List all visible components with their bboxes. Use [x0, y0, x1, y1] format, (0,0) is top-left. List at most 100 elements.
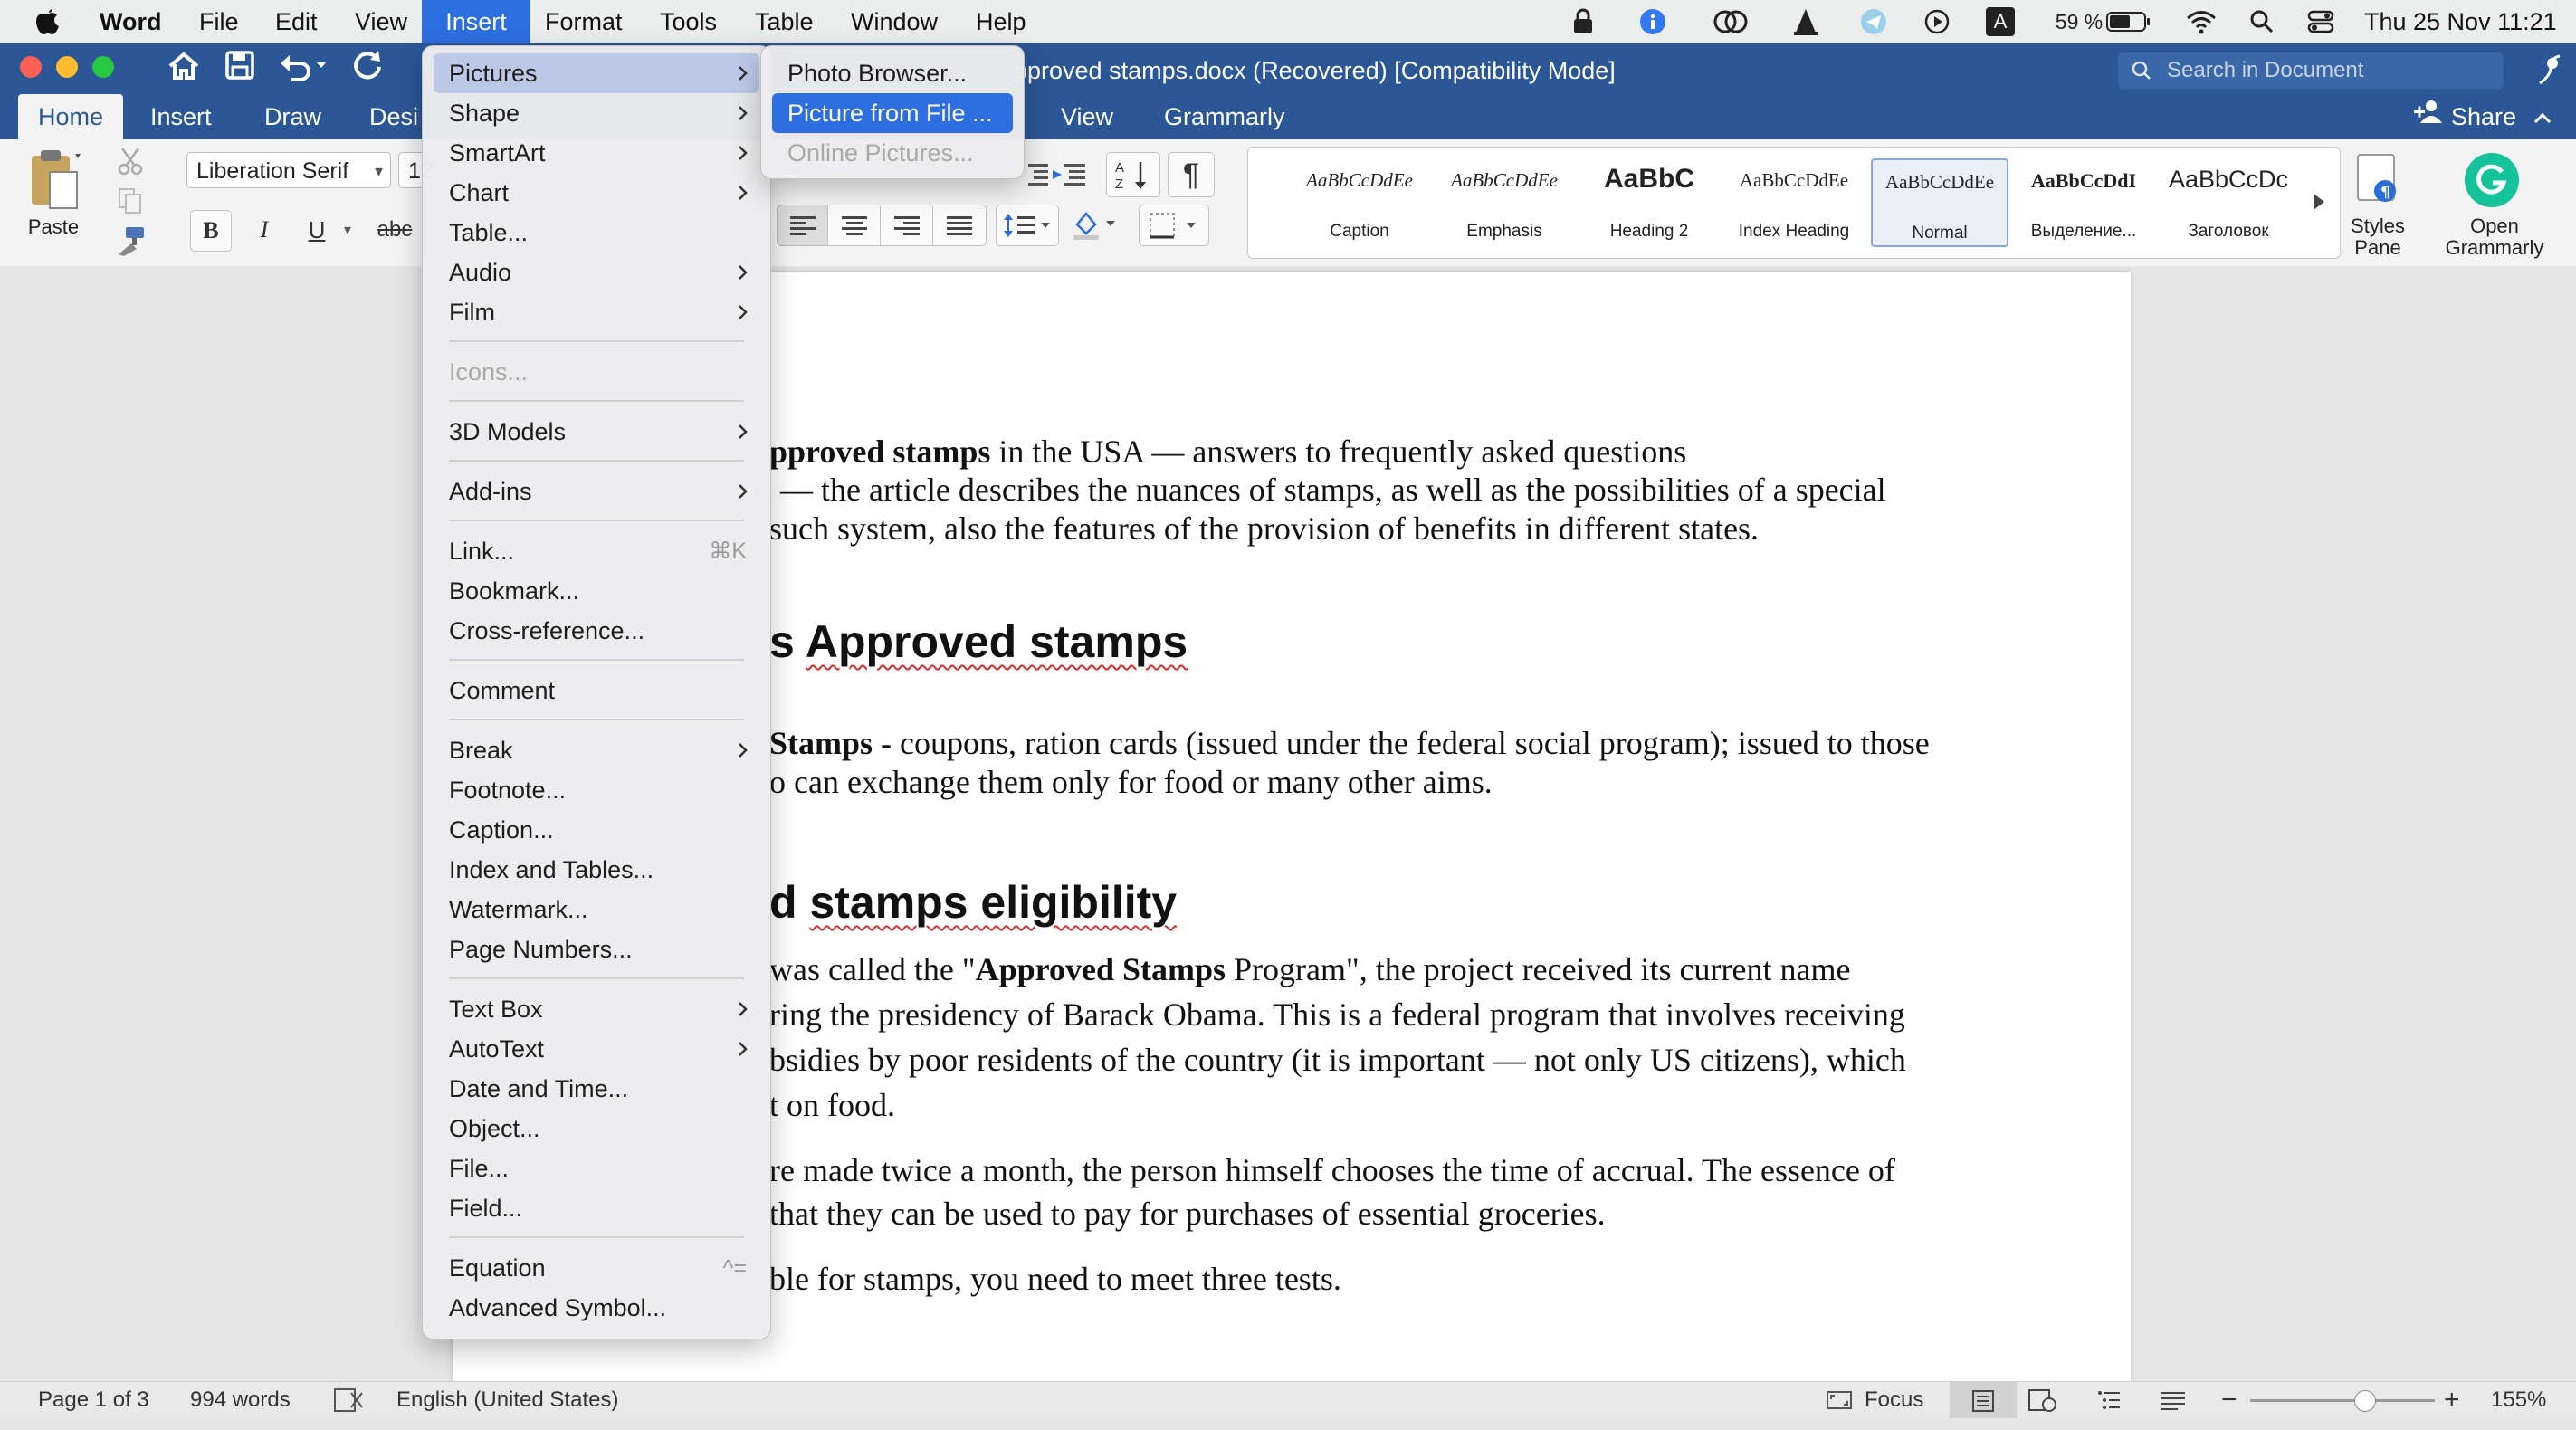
underline-button[interactable]: U — [297, 210, 337, 250]
insert-menu-item-shape[interactable]: Shape — [434, 93, 759, 133]
insert-menu-item-text-box[interactable]: Text Box — [434, 989, 759, 1029]
insert-menu-item-index-and-tables[interactable]: Index and Tables... — [434, 850, 759, 890]
zoom-window-button[interactable] — [92, 56, 114, 78]
insert-menu-item-pictures[interactable]: Pictures — [434, 53, 759, 93]
outline-view-icon[interactable] — [2096, 1387, 2122, 1413]
sort-icon[interactable]: AZ — [1106, 152, 1160, 197]
info-icon[interactable] — [1638, 7, 1667, 36]
page-count[interactable]: Page 1 of 3 — [38, 1382, 149, 1418]
borders-icon[interactable] — [1139, 205, 1209, 246]
menu-insert[interactable]: Insert — [422, 0, 530, 43]
zoom-slider[interactable] — [2250, 1382, 2435, 1418]
insert-menu-item-autotext[interactable]: AutoText — [434, 1029, 759, 1069]
font-name-select[interactable]: Liberation Serif ▾ — [186, 152, 391, 188]
insert-menu-item-file[interactable]: File... — [434, 1149, 759, 1188]
menu-window[interactable]: Window — [851, 0, 938, 43]
style-zagolovok[interactable]: AaBbCcDc Заголовок — [2162, 158, 2295, 247]
focus-icon[interactable] — [1825, 1387, 1854, 1413]
spotlight-search-icon[interactable] — [2248, 7, 2275, 36]
align-right-icon[interactable] — [880, 205, 934, 246]
share-button[interactable]: Share — [2413, 94, 2552, 139]
proofing-icon[interactable] — [333, 1387, 364, 1413]
insert-menu-item-3d-models[interactable]: 3D Models — [434, 412, 759, 452]
print-layout-view-icon[interactable] — [1950, 1382, 2017, 1418]
input-source-icon[interactable]: A — [1986, 7, 2015, 36]
lock-icon[interactable] — [1569, 7, 1597, 36]
redo-icon[interactable] — [351, 49, 384, 90]
vlc-icon[interactable] — [1790, 7, 1821, 36]
apple-icon[interactable] — [34, 0, 62, 43]
tab-insert[interactable]: Insert — [150, 94, 212, 139]
focus-label[interactable]: Focus — [1865, 1382, 1923, 1418]
style-index-heading[interactable]: AaBbCcDdEe Index Heading — [1728, 158, 1860, 247]
style-emphasis[interactable]: AaBbCcDdEe Emphasis — [1438, 158, 1570, 247]
grammarly-icon[interactable] — [2462, 152, 2522, 208]
insert-menu-item-break[interactable]: Break — [434, 730, 759, 770]
style-vydelenie[interactable]: AaBbCcDdI Выделение... — [2018, 158, 2150, 247]
menu-app-word[interactable]: Word — [100, 0, 162, 43]
minimize-window-button[interactable] — [56, 56, 78, 78]
draft-view-icon[interactable] — [2160, 1387, 2187, 1413]
insert-menu-item-date-and-time[interactable]: Date and Time... — [434, 1069, 759, 1109]
battery-icon[interactable] — [2105, 7, 2152, 36]
web-layout-view-icon[interactable] — [2027, 1387, 2058, 1413]
play-icon[interactable] — [1922, 7, 1951, 36]
zoom-slider-thumb[interactable] — [2354, 1390, 2376, 1412]
insert-menu-item-field[interactable]: Field... — [434, 1188, 759, 1228]
tab-design[interactable]: Desi — [369, 94, 418, 139]
paste-button[interactable] — [18, 148, 91, 215]
insert-menu-item-object[interactable]: Object... — [434, 1109, 759, 1149]
menu-file[interactable]: File — [199, 0, 239, 43]
word-count[interactable]: 994 words — [190, 1382, 291, 1418]
creative-cloud-icon[interactable] — [1713, 7, 1749, 36]
chevron-up-icon[interactable] — [2533, 94, 2552, 139]
search-in-document-field[interactable]: Search in Document — [2118, 52, 2504, 89]
strikethrough-button[interactable]: abc — [369, 210, 420, 250]
insert-menu-item-cross-reference[interactable]: Cross-reference... — [434, 611, 759, 651]
underline-options-icon[interactable]: ▾ — [339, 210, 357, 250]
home-icon[interactable] — [167, 49, 201, 91]
zoom-out-icon[interactable]: − — [2221, 1382, 2237, 1418]
cut-icon[interactable] — [112, 143, 148, 179]
wifi-icon[interactable] — [2185, 7, 2218, 36]
menu-tools[interactable]: Tools — [660, 0, 717, 43]
format-painter-icon[interactable] — [112, 223, 148, 259]
line-spacing-icon[interactable] — [996, 205, 1059, 246]
insert-menu-item-smartart[interactable]: SmartArt — [434, 133, 759, 173]
zoom-in-icon[interactable]: + — [2444, 1382, 2460, 1418]
control-center-icon[interactable] — [2306, 7, 2335, 36]
menu-help[interactable]: Help — [976, 0, 1026, 43]
tab-draw[interactable]: Draw — [264, 94, 321, 139]
zoom-level[interactable]: 155% — [2491, 1382, 2546, 1418]
close-window-button[interactable] — [20, 56, 42, 78]
collapse-sidebar-icon[interactable] — [2534, 52, 2565, 97]
menu-format[interactable]: Format — [545, 0, 623, 43]
insert-menu-item-advanced-symbol[interactable]: Advanced Symbol... — [434, 1288, 759, 1328]
align-left-icon[interactable] — [777, 205, 829, 246]
insert-menu-item-comment[interactable]: Comment — [434, 671, 759, 710]
align-center-icon[interactable] — [827, 205, 882, 246]
show-formatting-marks-icon[interactable]: ¶ — [1168, 152, 1215, 197]
pictures-submenu-item-picture-from-file[interactable]: Picture from File ... — [772, 93, 1013, 133]
menu-view[interactable]: View — [355, 0, 407, 43]
italic-button[interactable]: I — [244, 210, 284, 250]
style-caption[interactable]: AaBbCcDdEe Caption — [1293, 158, 1426, 247]
insert-menu-item-equation[interactable]: Equation ^= — [434, 1248, 759, 1288]
insert-menu-item-footnote[interactable]: Footnote... — [434, 770, 759, 810]
insert-menu-item-watermark[interactable]: Watermark... — [434, 890, 759, 930]
language-indicator[interactable]: English (United States) — [396, 1382, 618, 1418]
styles-pane-icon[interactable]: ¶ — [2352, 152, 2402, 206]
shading-icon[interactable] — [1064, 205, 1122, 244]
tab-view[interactable]: View — [1061, 94, 1113, 139]
insert-menu-item-table[interactable]: Table... — [434, 213, 759, 253]
pictures-submenu-item-photo-browser[interactable]: Photo Browser... — [772, 53, 1013, 93]
telegram-icon[interactable] — [1859, 7, 1888, 36]
style-normal[interactable]: AaBbCcDdEe Normal — [1871, 158, 2008, 247]
save-icon[interactable] — [224, 49, 255, 90]
styles-more-icon[interactable] — [2305, 184, 2333, 220]
insert-menu-item-add-ins[interactable]: Add-ins — [434, 472, 759, 511]
bold-button[interactable]: B — [190, 210, 232, 252]
copy-icon[interactable] — [112, 183, 148, 219]
insert-menu-item-page-numbers[interactable]: Page Numbers... — [434, 930, 759, 969]
style-heading-2[interactable]: AaBbC Heading 2 — [1583, 158, 1715, 247]
